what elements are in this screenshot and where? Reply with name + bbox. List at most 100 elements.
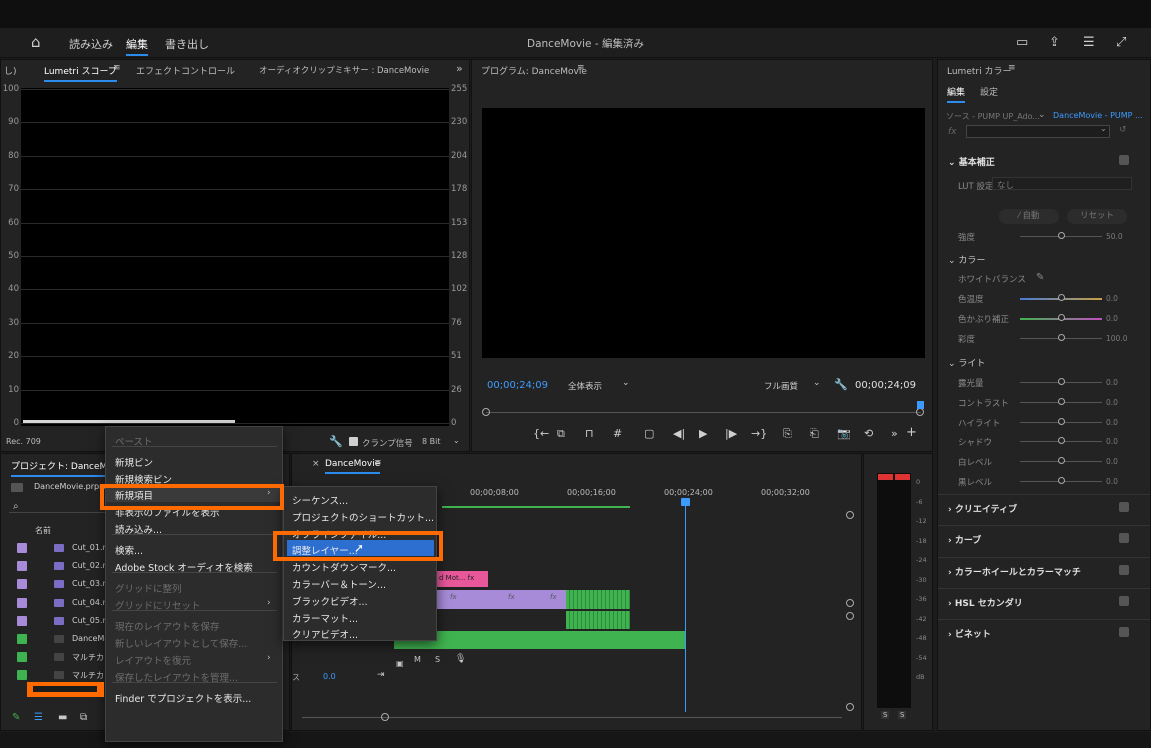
- workspace-menu-icon[interactable]: ☰: [1083, 35, 1095, 50]
- submenu-item[interactable]: シーケンス...: [292, 493, 348, 507]
- context-item[interactable]: Finder でプロジェクトを表示...: [115, 691, 251, 705]
- basic-section-header[interactable]: ⌄ 基本補正: [948, 155, 995, 168]
- vr-icon[interactable]: ⟲: [864, 427, 873, 440]
- work-area-bar[interactable]: [442, 506, 630, 508]
- program-title[interactable]: プログラム: DanceMovie: [481, 64, 587, 77]
- list-view-icon[interactable]: ☰: [34, 712, 43, 723]
- step-back-icon[interactable]: ◀|: [673, 427, 685, 440]
- playhead-marker[interactable]: [917, 401, 924, 409]
- mic-icon[interactable]: 🎙: [455, 654, 466, 664]
- master-volume-value[interactable]: 0.0: [323, 672, 336, 681]
- track-camera-icon[interactable]: ▣: [396, 659, 404, 668]
- insert-icon[interactable]: ⎘: [783, 427, 792, 441]
- light-row-knob[interactable]: [1058, 378, 1065, 385]
- playhead-handle[interactable]: [681, 498, 690, 506]
- tab-audio-mixer[interactable]: オーディオクリップミキサー : DanceMovie: [259, 64, 429, 76]
- color-row-knob[interactable]: [1058, 294, 1065, 301]
- light-row-value[interactable]: 0.0: [1106, 477, 1118, 486]
- more-controls-icon[interactable]: »: [891, 427, 898, 440]
- light-row-knob[interactable]: [1058, 417, 1065, 425]
- item-color-swatch[interactable]: [17, 634, 27, 644]
- program-menu-icon[interactable]: ≡: [577, 63, 585, 73]
- intensity-knob[interactable]: [1058, 232, 1065, 239]
- section-enable-checkbox[interactable]: [1119, 595, 1129, 606]
- camera-icon[interactable]: 📷: [837, 427, 851, 440]
- nav-edit[interactable]: 編集: [126, 36, 148, 56]
- submenu-item[interactable]: プロジェクトのショートカット...: [292, 510, 434, 524]
- nav-export[interactable]: 書き出し: [165, 36, 209, 52]
- section-enable-checkbox[interactable]: [1119, 533, 1129, 544]
- bit-chevron-icon[interactable]: ⌄: [453, 436, 460, 445]
- settings-wrench-icon[interactable]: 🔧: [834, 378, 848, 391]
- submenu-item[interactable]: カラーマット...: [292, 611, 358, 625]
- icon-view-icon[interactable]: ▬: [58, 712, 67, 723]
- timeline-zoom-handle[interactable]: [381, 713, 389, 721]
- tab-lumetri-edit[interactable]: 編集: [947, 85, 966, 103]
- reset-button[interactable]: リセット: [1067, 209, 1127, 224]
- item-color-swatch[interactable]: [17, 652, 27, 663]
- color-row-value[interactable]: 0.0: [1106, 314, 1118, 323]
- quality-select[interactable]: フル画質: [764, 380, 798, 392]
- mark-in-icon[interactable]: {←: [533, 427, 549, 440]
- section-enable-checkbox[interactable]: [1119, 627, 1129, 638]
- lumetri-menu-icon[interactable]: ≡: [1008, 63, 1016, 73]
- context-item[interactable]: 検索...: [115, 543, 143, 557]
- clip-video[interactable]: fx fx fx: [436, 590, 566, 609]
- color-row-knob[interactable]: [1058, 334, 1065, 341]
- clip-audio-main[interactable]: [394, 631, 685, 649]
- scrub-bar[interactable]: [486, 412, 921, 413]
- timeline-tab[interactable]: DanceMovie: [325, 459, 381, 474]
- light-row-knob[interactable]: [1058, 457, 1065, 465]
- zoom-select[interactable]: 全体表示: [568, 380, 602, 392]
- item-color-swatch[interactable]: [17, 615, 27, 626]
- scrub-start-handle[interactable]: [482, 408, 490, 416]
- fullscreen-icon[interactable]: ⤢: [1116, 35, 1126, 50]
- solo-left-button[interactable]: S: [881, 711, 890, 719]
- add-button-icon[interactable]: +: [906, 425, 917, 440]
- light-row-knob[interactable]: [1058, 397, 1065, 405]
- nav-import[interactable]: 読み込み: [69, 36, 113, 52]
- clamp-checkbox[interactable]: [349, 437, 358, 446]
- intensity-value[interactable]: 50.0: [1106, 232, 1123, 241]
- tab-effect-controls[interactable]: エフェクトコントロール: [136, 64, 235, 77]
- light-row-value[interactable]: 0.0: [1106, 457, 1118, 466]
- lumetri-section-header[interactable]: › カーブ: [948, 533, 981, 546]
- tab-lumetri-scope[interactable]: Lumetri スコープ: [44, 64, 117, 82]
- lumetri-title[interactable]: Lumetri カラー: [947, 64, 1011, 77]
- eyedropper-icon[interactable]: ✎: [1036, 272, 1044, 283]
- clip-green-audio-1[interactable]: [566, 611, 630, 629]
- light-row-value[interactable]: 0.0: [1106, 398, 1118, 407]
- mark-out-icon[interactable]: →}: [751, 427, 767, 440]
- item-color-swatch[interactable]: [17, 670, 27, 681]
- timeline-playhead[interactable]: [685, 498, 686, 712]
- submenu-item[interactable]: カウントダウンマーク...: [292, 560, 396, 574]
- clip-pink[interactable]: d Mot... fx: [436, 571, 488, 587]
- light-row-knob[interactable]: [1058, 477, 1065, 484]
- play-icon[interactable]: ▶: [699, 427, 707, 440]
- track-scroll-handle-3[interactable]: [846, 612, 854, 620]
- light-row-value[interactable]: 0.0: [1106, 418, 1118, 427]
- submenu-item[interactable]: カラーバー＆トーン...: [292, 577, 386, 591]
- light-row-value[interactable]: 0.0: [1106, 437, 1118, 446]
- reset-look-icon[interactable]: ↺: [1119, 125, 1127, 135]
- zoom-chevron-icon[interactable]: ⌄: [622, 378, 630, 388]
- clip-green-video[interactable]: [566, 590, 630, 609]
- master-end-icon[interactable]: ⇥: [377, 670, 385, 680]
- tab-menu-icon[interactable]: ≡: [113, 63, 121, 73]
- track-scroll-handle-2[interactable]: [846, 599, 854, 607]
- basic-enable-checkbox[interactable]: [1119, 155, 1129, 165]
- auto-button[interactable]: ⁄ 自動: [999, 209, 1059, 224]
- track-solo-label[interactable]: S: [435, 655, 440, 664]
- color-row-knob[interactable]: [1058, 314, 1065, 321]
- solo-right-button[interactable]: S: [898, 711, 907, 719]
- step-forward-icon[interactable]: |▶: [725, 427, 737, 440]
- source-clip-label[interactable]: ソース - PUMP UP_Ado...: [946, 111, 1040, 122]
- item-color-swatch[interactable]: [17, 579, 27, 590]
- item-color-swatch[interactable]: [17, 597, 27, 608]
- light-row-value[interactable]: 0.0: [1106, 378, 1118, 387]
- light-row-knob[interactable]: [1058, 437, 1065, 445]
- overwrite-icon[interactable]: ⎗: [810, 427, 819, 441]
- submenu-item[interactable]: クリアビデオ...: [292, 627, 358, 641]
- look-select[interactable]: [966, 125, 1110, 138]
- marker-icon[interactable]: ⊓: [585, 427, 594, 440]
